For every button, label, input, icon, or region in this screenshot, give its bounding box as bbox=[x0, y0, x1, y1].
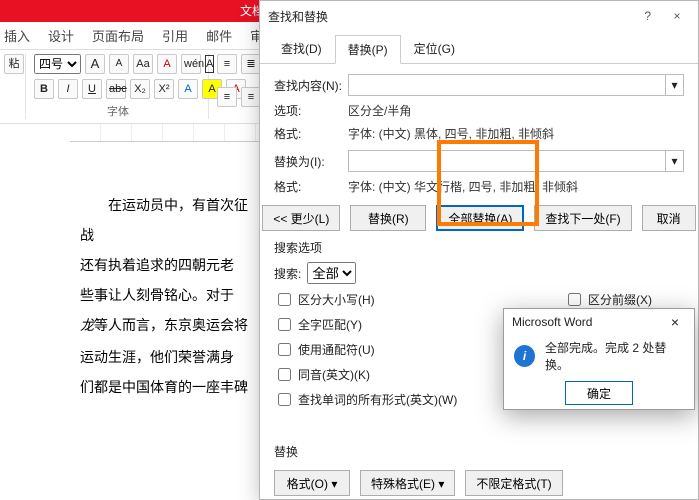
find-dropdown-icon[interactable]: ▾ bbox=[666, 74, 684, 96]
strikethrough-button[interactable]: abc bbox=[106, 79, 126, 99]
superscript-button[interactable]: X² bbox=[154, 79, 174, 99]
find-replace-dialog: 查找和替换 ? × 查找(D) 替换(P) 定位(G) 查找内容(N): ▾ 选… bbox=[259, 0, 699, 500]
options-label: 选项: bbox=[274, 102, 348, 119]
replace-section-label: 替换 bbox=[274, 443, 698, 460]
info-icon: i bbox=[514, 345, 535, 367]
doc-line: 们都是中国体育的一座丰碑 bbox=[80, 372, 260, 402]
replace-with-label: 替换为(I): bbox=[274, 153, 348, 170]
paste-button[interactable]: 粘 bbox=[4, 54, 24, 74]
clear-format-button[interactable]: A bbox=[157, 54, 177, 74]
match-case-checkbox[interactable]: 区分大小写(H) bbox=[274, 290, 564, 309]
char-border-button[interactable]: A bbox=[205, 55, 214, 73]
match-prefix-checkbox[interactable]: 区分前缀(X) bbox=[564, 290, 684, 309]
align-center-button[interactable]: ≡ bbox=[241, 87, 261, 107]
doc-line: 还有执着追求的四朝元老 bbox=[80, 250, 260, 280]
text-effects-button[interactable]: A bbox=[178, 79, 198, 99]
replace-format-label: 格式: bbox=[274, 178, 348, 195]
replace-all-button[interactable]: 全部替换(A) bbox=[436, 205, 524, 231]
find-format-label: 格式: bbox=[274, 125, 348, 142]
help-button[interactable]: ? bbox=[635, 9, 661, 23]
subscript-button[interactable]: X₂ bbox=[130, 79, 150, 99]
format-button[interactable]: 格式(O) ▾ bbox=[274, 470, 350, 496]
align-left-button[interactable]: ≡ bbox=[217, 87, 237, 107]
find-next-button[interactable]: 查找下一处(F) bbox=[534, 205, 631, 231]
grow-font-button[interactable]: A bbox=[85, 54, 105, 74]
dialog-title: 查找和替换 bbox=[268, 8, 328, 25]
bullets-button[interactable]: ≡ bbox=[217, 54, 237, 74]
special-button[interactable]: 特殊格式(E) ▾ bbox=[360, 470, 455, 496]
search-options-label: 搜索选项 bbox=[274, 239, 698, 256]
messagebox: Microsoft Word × i 全部完成。完成 2 处替换。 确定 bbox=[503, 308, 695, 410]
messagebox-close-button[interactable]: × bbox=[664, 314, 686, 330]
font-group-label: 字体 bbox=[34, 103, 202, 119]
font-size-select[interactable]: 四号 bbox=[34, 54, 81, 74]
tab-mailings[interactable]: 邮件 bbox=[206, 26, 232, 45]
phonetic-button[interactable]: wén bbox=[181, 54, 201, 74]
tab-references[interactable]: 引用 bbox=[162, 26, 188, 45]
search-direction-label: 搜索: bbox=[274, 265, 301, 282]
no-format-button[interactable]: 不限定格式(T) bbox=[465, 470, 562, 496]
close-button[interactable]: × bbox=[664, 9, 690, 23]
change-case-button[interactable]: Aa bbox=[133, 54, 153, 74]
tab-goto[interactable]: 定位(G) bbox=[401, 34, 468, 63]
underline-button[interactable]: U bbox=[82, 79, 102, 99]
less-button[interactable]: << 更少(L) bbox=[262, 205, 340, 231]
replace-dropdown-icon[interactable]: ▾ bbox=[666, 150, 684, 172]
replace-with-input[interactable] bbox=[348, 150, 666, 172]
options-value: 区分全/半角 bbox=[348, 102, 411, 119]
document-body[interactable]: 在运动员中，有首次征战 还有执着追求的四朝元老 些事让人刻骨铭心。对于 龙等人而… bbox=[80, 190, 260, 402]
bold-button[interactable]: B bbox=[34, 79, 54, 99]
tab-design[interactable]: 设计 bbox=[48, 26, 74, 45]
messagebox-text: 全部完成。完成 2 处替换。 bbox=[545, 339, 684, 373]
tab-replace[interactable]: 替换(P) bbox=[335, 35, 401, 64]
replace-format-value: 字体: (中文) 华文行楷, 四号, 非加粗, 非倾斜 bbox=[348, 178, 578, 195]
messagebox-title: Microsoft Word bbox=[512, 315, 592, 329]
dialog-tabs: 查找(D) 替换(P) 定位(G) bbox=[260, 31, 698, 64]
find-format-value: 字体: (中文) 黑体, 四号, 非加粗, 非倾斜 bbox=[348, 125, 554, 142]
doc-line: 些事让人刻骨铭心。对于 bbox=[80, 280, 260, 310]
tab-find[interactable]: 查找(D) bbox=[268, 34, 335, 63]
doc-line: 运动生涯，他们荣誉满身 bbox=[80, 342, 260, 372]
shrink-font-button[interactable]: A bbox=[109, 54, 129, 74]
doc-line: 龙等人而言，东京奥运会将 bbox=[80, 310, 260, 342]
find-what-input[interactable] bbox=[348, 74, 666, 96]
replace-button[interactable]: 替换(R) bbox=[350, 205, 426, 231]
messagebox-ok-button[interactable]: 确定 bbox=[565, 381, 633, 405]
doc-line: 在运动员中，有首次征战 bbox=[80, 190, 260, 250]
search-direction-select[interactable]: 全部 bbox=[307, 262, 356, 284]
numbering-button[interactable]: ≣ bbox=[241, 54, 261, 74]
tab-layout[interactable]: 页面布局 bbox=[92, 26, 144, 45]
find-what-label: 查找内容(N): bbox=[274, 77, 348, 94]
italic-button[interactable]: I bbox=[58, 79, 78, 99]
cancel-button[interactable]: 取消 bbox=[642, 205, 696, 231]
tab-insert[interactable]: 插入 bbox=[4, 26, 30, 45]
